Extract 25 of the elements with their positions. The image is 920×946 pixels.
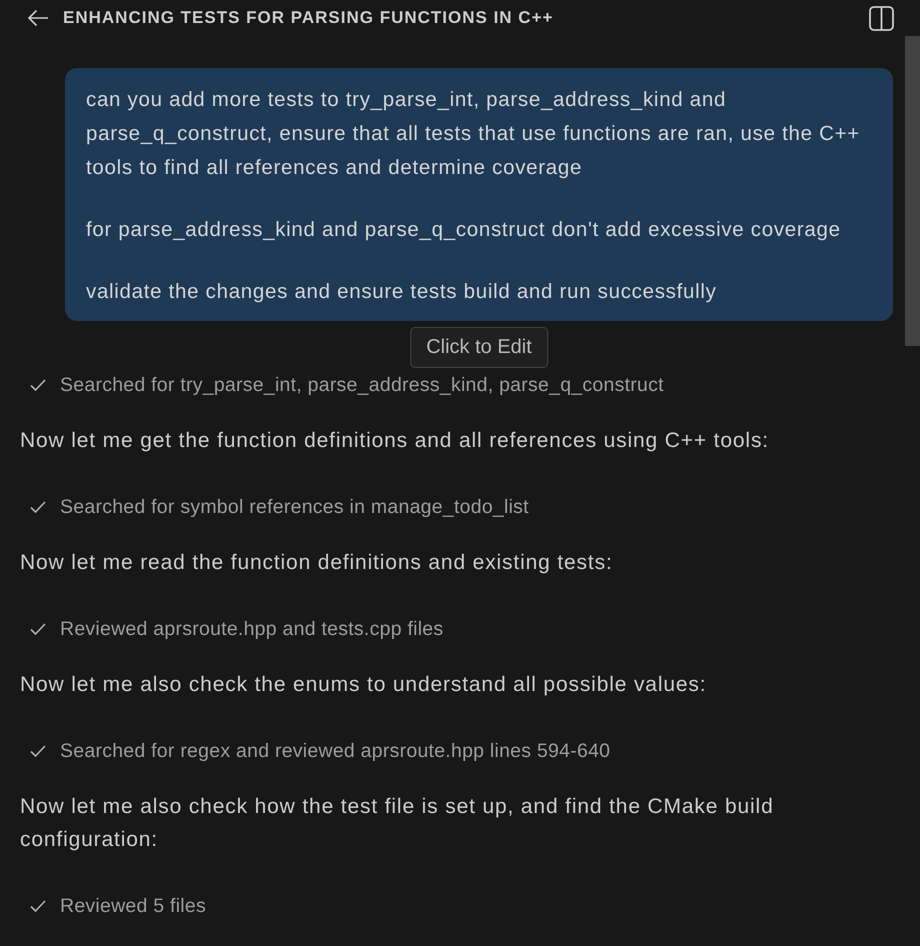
response-text: Now let me get the function definitions and all references using C++ tools:	[20, 428, 770, 454]
checkmark-icon	[30, 379, 46, 391]
response-text: Now let me also check the enums to understand all possible values:	[20, 672, 708, 698]
checkmark-icon	[30, 501, 46, 513]
step-summary: Reviewed aprsroute.hpp and tests.cpp files	[60, 618, 444, 640]
back-arrow-icon	[27, 9, 49, 27]
message-paragraph: validate the changes and ensure tests build and run successfully	[86, 279, 718, 305]
tooltip: Click to Edit	[410, 327, 548, 368]
response-text: Now let me read the function definitions and existing tests:	[20, 550, 614, 576]
message-paragraph: for parse_address_kind and parse_q_construct don't add excessive coverage	[86, 217, 842, 243]
step-summary: Searched for regex and reviewed aprsroute.hpp lines 594-640	[60, 740, 610, 762]
checkmark-icon	[30, 745, 46, 757]
checkmark-icon	[30, 623, 46, 635]
step-summary: Reviewed 5 files	[60, 894, 206, 918]
checkmark-icon	[30, 900, 46, 912]
response-text: Now let me also check how the test file is set up, and find the CMake build configuration:	[20, 794, 775, 853]
message-paragraph: can you add more tests to try_parse_int, parse_address_kind and parse_q_construct, ensure that all tests that use functions are ran, use the C++ tools to find all references and determine coverage	[86, 87, 861, 181]
chat-title: ENHANCING TESTS FOR PARSING FUNCTIONS IN C++	[63, 8, 554, 28]
user-message-bubble[interactable]	[65, 68, 893, 321]
step-summary: Searched for symbol references in manage_todo_list	[60, 496, 529, 518]
toggle-panel-button[interactable]	[869, 6, 894, 30]
scrollbar-thumb[interactable]	[905, 36, 920, 346]
back-button[interactable]	[27, 9, 49, 27]
step-summary: Searched for try_parse_int, parse_address_kind, parse_q_construct	[60, 374, 664, 396]
panel-icon	[869, 6, 894, 30]
